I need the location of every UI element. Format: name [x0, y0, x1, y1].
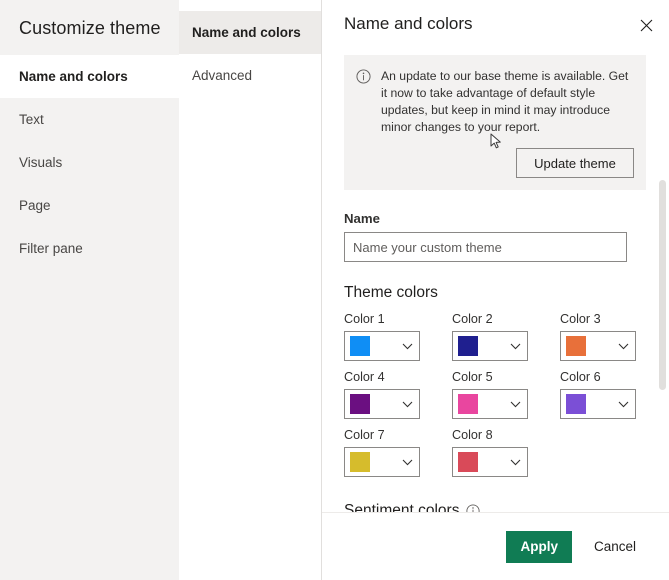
color-picker-1[interactable] [344, 331, 420, 361]
color-swatch [350, 336, 370, 356]
cancel-button[interactable]: Cancel [584, 531, 646, 563]
message-row: An update to our base theme is available… [356, 68, 634, 136]
chevron-down-icon [402, 453, 413, 471]
color-label: Color 6 [560, 370, 601, 384]
color-label: Color 5 [452, 370, 493, 384]
chevron-down-icon [618, 395, 629, 413]
color-swatch [350, 452, 370, 472]
panel-header: Name and colors [322, 0, 669, 48]
update-message-bar: An update to our base theme is available… [344, 55, 646, 190]
color-swatch [566, 336, 586, 356]
color-swatch [458, 336, 478, 356]
sidebar-item-visuals[interactable]: Visuals [0, 141, 179, 184]
chevron-down-icon [402, 395, 413, 413]
color-picker-2[interactable] [452, 331, 528, 361]
color-cell-6: Color 6 [560, 370, 668, 419]
color-label: Color 1 [344, 312, 385, 326]
dialog-footer: Apply Cancel [322, 512, 669, 580]
sidebar-nav-list: Name and colors Text Visuals Page Filter… [0, 55, 179, 270]
name-section: Name [322, 211, 669, 262]
tab-name-and-colors[interactable]: Name and colors [179, 11, 321, 54]
message-actions: Update theme [356, 148, 634, 178]
message-text: An update to our base theme is available… [381, 69, 629, 134]
color-picker-5[interactable] [452, 389, 528, 419]
sub-tab-column: Name and colors Advanced [179, 0, 322, 580]
sidebar-item-label: Visuals [19, 155, 63, 170]
sidebar-item-page[interactable]: Page [0, 184, 179, 227]
panel-scroll-body: An update to our base theme is available… [322, 48, 669, 512]
theme-name-input[interactable] [344, 232, 627, 262]
tab-advanced[interactable]: Advanced [179, 54, 321, 97]
color-swatch [458, 452, 478, 472]
chevron-down-icon [510, 395, 521, 413]
close-icon[interactable] [633, 12, 659, 38]
color-label: Color 3 [560, 312, 601, 326]
panel-scrollbar[interactable] [658, 48, 667, 512]
color-cell-2: Color 2 [452, 312, 560, 361]
sidebar-item-label: Name and colors [19, 69, 128, 84]
content-panel: Name and colors An update to our base th… [322, 0, 669, 580]
apply-button[interactable]: Apply [506, 530, 572, 563]
chevron-down-icon [510, 453, 521, 471]
chevron-down-icon [510, 337, 521, 355]
color-picker-3[interactable] [560, 331, 636, 361]
color-label: Color 2 [452, 312, 493, 326]
color-cell-7: Color 7 [344, 428, 452, 477]
theme-colors-grid: Color 1 Color 2 Color 3 Color 4 Color 5 … [344, 312, 669, 486]
info-icon[interactable] [466, 504, 481, 512]
customize-theme-dialog: Customize theme Name and colors Text Vis… [0, 0, 669, 580]
sidebar: Customize theme Name and colors Text Vis… [0, 0, 179, 580]
tab-label: Advanced [192, 68, 253, 83]
color-picker-4[interactable] [344, 389, 420, 419]
sentiment-colors-row: Sentiment colors [344, 502, 646, 512]
update-theme-button[interactable]: Update theme [516, 148, 634, 178]
chevron-down-icon [402, 337, 413, 355]
theme-colors-section: Theme colors Color 1 Color 2 Color 3 Col… [322, 284, 669, 512]
color-label: Color 8 [452, 428, 493, 442]
sidebar-item-label: Page [19, 198, 51, 213]
color-cell-8: Color 8 [452, 428, 560, 477]
color-cell-3: Color 3 [560, 312, 668, 361]
tab-label: Name and colors [192, 25, 301, 40]
color-label: Color 7 [344, 428, 385, 442]
color-cell-5: Color 5 [452, 370, 560, 419]
name-field-label: Name [344, 211, 380, 226]
color-swatch [458, 394, 478, 414]
scrollbar-thumb[interactable] [659, 180, 666, 390]
sentiment-colors-heading: Sentiment colors [344, 502, 460, 512]
color-swatch [350, 394, 370, 414]
sidebar-item-filter-pane[interactable]: Filter pane [0, 227, 179, 270]
color-picker-6[interactable] [560, 389, 636, 419]
color-cell-4: Color 4 [344, 370, 452, 419]
info-icon [356, 69, 376, 89]
color-picker-7[interactable] [344, 447, 420, 477]
chevron-down-icon [618, 337, 629, 355]
color-swatch [566, 394, 586, 414]
color-picker-8[interactable] [452, 447, 528, 477]
color-cell-1: Color 1 [344, 312, 452, 361]
color-label: Color 4 [344, 370, 385, 384]
sidebar-item-label: Text [19, 112, 44, 127]
page-title: Name and colors [344, 14, 473, 33]
sidebar-item-text[interactable]: Text [0, 98, 179, 141]
theme-colors-heading: Theme colors [344, 284, 438, 301]
dialog-title: Customize theme [19, 18, 161, 38]
sidebar-item-label: Filter pane [19, 241, 83, 256]
sidebar-item-name-and-colors[interactable]: Name and colors [0, 55, 179, 98]
